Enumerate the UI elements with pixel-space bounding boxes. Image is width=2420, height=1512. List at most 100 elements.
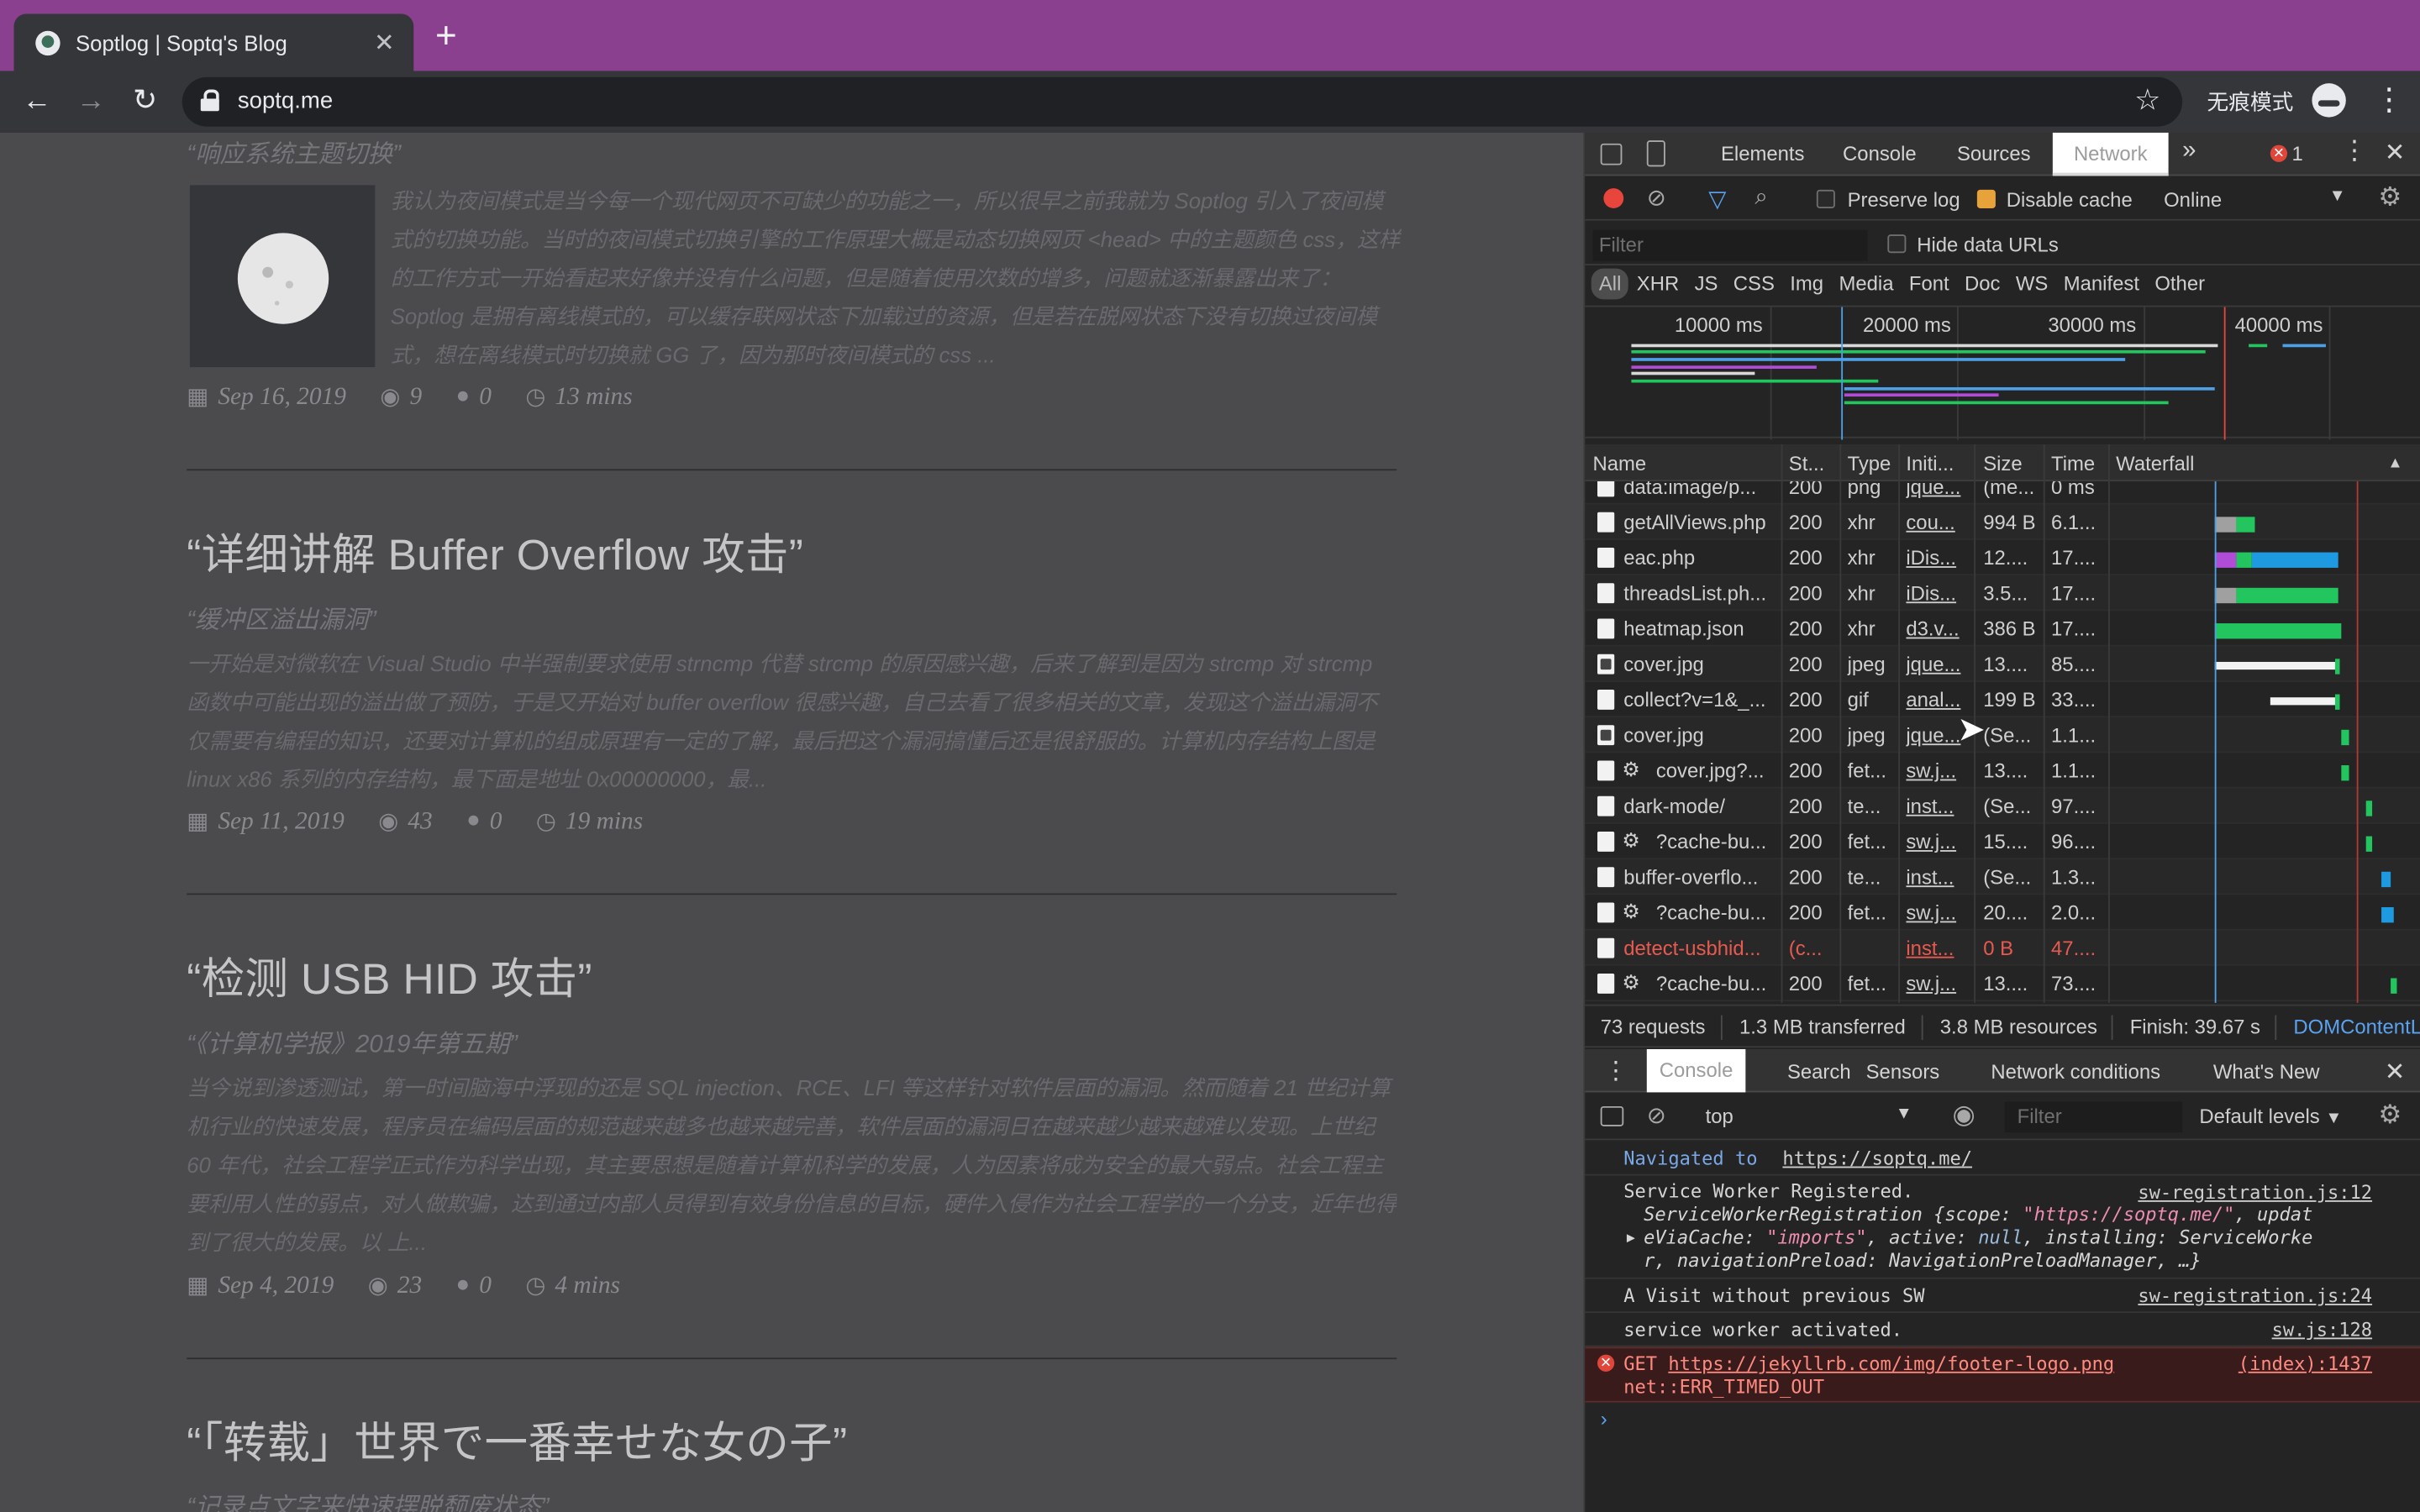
bookmark-star-icon[interactable]: ☆ [2134, 83, 2160, 118]
table-row[interactable]: heatmap.json 200 xhr d3.v... 386 B 17.... [1585, 611, 2420, 647]
table-row[interactable]: buffer-overflo... 200 te... inst... (Se... 1.… [1585, 859, 2420, 895]
column-name[interactable]: Name [1593, 452, 1647, 475]
type-filter-all[interactable]: All [1591, 268, 1629, 300]
eye-icon[interactable]: ◉ [1952, 1100, 1975, 1131]
chevron-down-icon[interactable]: ▼ [2329, 186, 2346, 205]
tab-close-icon[interactable]: ✕ [371, 27, 398, 58]
gear-icon[interactable]: ⚙ [2378, 182, 2402, 213]
type-filter-media[interactable]: Media [1831, 269, 1901, 300]
column-divider[interactable] [1781, 444, 1783, 1003]
throttle-select[interactable]: Online [2164, 188, 2222, 212]
devtools-menu-icon[interactable]: ⋮ [2341, 136, 2367, 167]
inspect-element-icon[interactable] [1600, 143, 1623, 165]
filter-icon[interactable]: ▽ [1708, 185, 1726, 213]
type-filter-ws[interactable]: WS [2008, 269, 2056, 300]
record-icon[interactable] [1603, 188, 1624, 208]
table-row[interactable]: eac.php 200 xhr iDis... 12.... 17.... [1585, 540, 2420, 576]
console-nav-url[interactable]: https://soptq.me/ [1782, 1148, 1972, 1172]
network-overview[interactable]: 10000 ms 20000 ms 30000 ms 40000 ms [1585, 305, 2420, 440]
devtools-close-icon[interactable]: ✕ [2385, 137, 2406, 168]
type-filter-font[interactable]: Font [1902, 269, 1957, 300]
drawer-close-icon[interactable]: ✕ [2385, 1057, 2406, 1088]
column-divider[interactable] [1839, 444, 1842, 1003]
hide-data-urls-checkbox[interactable] [1887, 234, 1907, 254]
type-filter-img[interactable]: Img [1782, 269, 1831, 300]
type-filter-js[interactable]: JS [1686, 269, 1725, 300]
log-levels-select[interactable]: Default levels ▼ [2199, 1105, 2342, 1128]
browser-menu-icon[interactable]: ⋮ [2374, 81, 2405, 121]
table-row[interactable]: ⚙ ?cache-bu... 200 fet... sw.j... 13.... 73...… [1585, 966, 2420, 1002]
device-toolbar-icon[interactable] [1646, 140, 1665, 167]
expand-triangle-icon[interactable]: ▶ [1627, 1228, 1635, 1252]
type-filter-other[interactable]: Other [2147, 269, 2212, 300]
more-tabs-icon[interactable]: » [2182, 137, 2196, 165]
console-source-link[interactable]: sw.js:128 [2272, 1319, 2372, 1342]
table-row[interactable]: ⚙ ?cache-bu... 200 fet... sw.j... 15.... 96...… [1585, 824, 2420, 860]
column-size[interactable]: Size [1983, 452, 2022, 475]
drawer-menu-icon[interactable]: ⋮ [1603, 1055, 1628, 1086]
column-initiator[interactable]: Initi... [1906, 452, 1954, 475]
drawer-tab-sensors[interactable]: Sensors [1866, 1060, 1940, 1084]
preserve-log-checkbox[interactable] [1816, 189, 1835, 208]
type-filter-manifest[interactable]: Manifest [2056, 269, 2148, 300]
console-error-url[interactable]: https://jekyllrb.com/img/footer-logo.png [1668, 1353, 2114, 1375]
column-divider[interactable] [2107, 444, 2110, 1003]
sidebar-toggle-icon[interactable] [1600, 1105, 1624, 1126]
column-waterfall[interactable]: Waterfall [2116, 452, 2194, 475]
drawer-tab-console[interactable]: Console [1646, 1048, 1746, 1093]
table-row[interactable]: getAllViews.php 200 xhr cou... 994 B 6.1... [1585, 504, 2420, 540]
console-prompt-icon[interactable]: › [1601, 1407, 1607, 1431]
console-filter-input[interactable]: Filter [2004, 1101, 2183, 1133]
column-time[interactable]: Time [2051, 452, 2095, 475]
type-filter-xhr[interactable]: XHR [1629, 269, 1687, 300]
table-row[interactable]: collect?v=1&_... 200 gif anal... 199 B 33.... [1585, 682, 2420, 718]
table-row[interactable]: dark-mode/200 te... inst... (Se... 97.... [1585, 788, 2420, 824]
tab-sources[interactable]: Sources [1957, 142, 2031, 165]
error-count[interactable]: 1 [2292, 142, 2303, 165]
post-title[interactable]: “检测 USB HID 攻击” [187, 946, 592, 1007]
drawer-tab-whats-new[interactable]: What's New [2213, 1060, 2320, 1084]
tab-network[interactable]: Network [2052, 132, 2169, 176]
lock-icon [200, 89, 219, 112]
table-row[interactable]: ⚙ ?cache-bu... 200 fet... sw.j... 20.... 2.0..… [1585, 895, 2420, 931]
table-row[interactable]: ⚙ cover.jpg?... 200 fet... sw.j... 13.... 1.1.… [1585, 753, 2420, 789]
table-row[interactable]: cover.jpg 200 jpeg jque... (Se... 1.1... [1585, 717, 2420, 753]
address-url[interactable]: soptq.me [238, 88, 333, 114]
console-source-link[interactable]: sw-registration.js:12 [2138, 1182, 2372, 1205]
table-row[interactable]: data:image/p... 200 png jque... (me... 0 ms [1585, 481, 2420, 505]
forward-arrow-icon[interactable]: → [72, 83, 109, 120]
context-select[interactable]: top ▼ [1693, 1100, 1922, 1134]
table-row-failed[interactable]: detect-usbhid... (c... inst... 0 B 47.... [1585, 930, 2420, 966]
table-row[interactable]: threadsList.ph... 200 xhr iDis... 3.5... 17..… [1585, 575, 2420, 612]
column-divider[interactable] [1898, 444, 1901, 1003]
search-icon[interactable]: ⌕ [1754, 184, 1767, 210]
table-row[interactable]: cover.jpg 200 jpeg jque... 13.... 85.... [1585, 646, 2420, 682]
back-arrow-icon[interactable]: ← [18, 83, 55, 120]
address-bar[interactable]: soptq.me ☆ [182, 76, 2183, 127]
error-badge-icon[interactable]: ✕ [2270, 144, 2288, 162]
browser-tab[interactable]: Soptlog | Soptq's Blog ✕ [13, 13, 414, 71]
console-source-link[interactable]: (index):1437 [2238, 1353, 2372, 1377]
console-source-link[interactable]: sw-registration.js:24 [2138, 1285, 2372, 1309]
tab-console[interactable]: Console [1843, 142, 1917, 165]
network-filter-input[interactable]: Filter [1592, 229, 1868, 261]
clear-console-icon[interactable]: ⊘ [1647, 1101, 1666, 1129]
drawer-tab-network-conditions[interactable]: Network conditions [1991, 1060, 2160, 1084]
reload-icon[interactable]: ↻ [127, 83, 164, 120]
sort-up-icon[interactable]: ▲ [2387, 455, 2402, 472]
post-title[interactable]: “「转载」世界で一番幸せな女の子” [187, 1410, 847, 1472]
gear-icon[interactable]: ⚙ [2378, 1100, 2402, 1131]
post-thumbnail[interactable] [189, 185, 376, 368]
type-filter-css[interactable]: CSS [1726, 269, 1782, 300]
column-divider[interactable] [2043, 444, 2045, 1003]
incognito-icon[interactable] [2312, 83, 2346, 118]
post-title[interactable]: “详细讲解 Buffer Overflow 攻击” [187, 522, 803, 583]
new-tab-button[interactable]: + [435, 18, 457, 55]
drawer-tab-search[interactable]: Search [1787, 1060, 1851, 1084]
disable-cache-checkbox[interactable] [1976, 189, 1996, 208]
type-filter-doc[interactable]: Doc [1957, 269, 2008, 300]
tab-elements[interactable]: Elements [1721, 142, 1805, 165]
column-status[interactable]: St... [1789, 452, 1824, 475]
clear-icon[interactable]: ⊘ [1647, 184, 1666, 211]
column-type[interactable]: Type [1848, 452, 1891, 475]
